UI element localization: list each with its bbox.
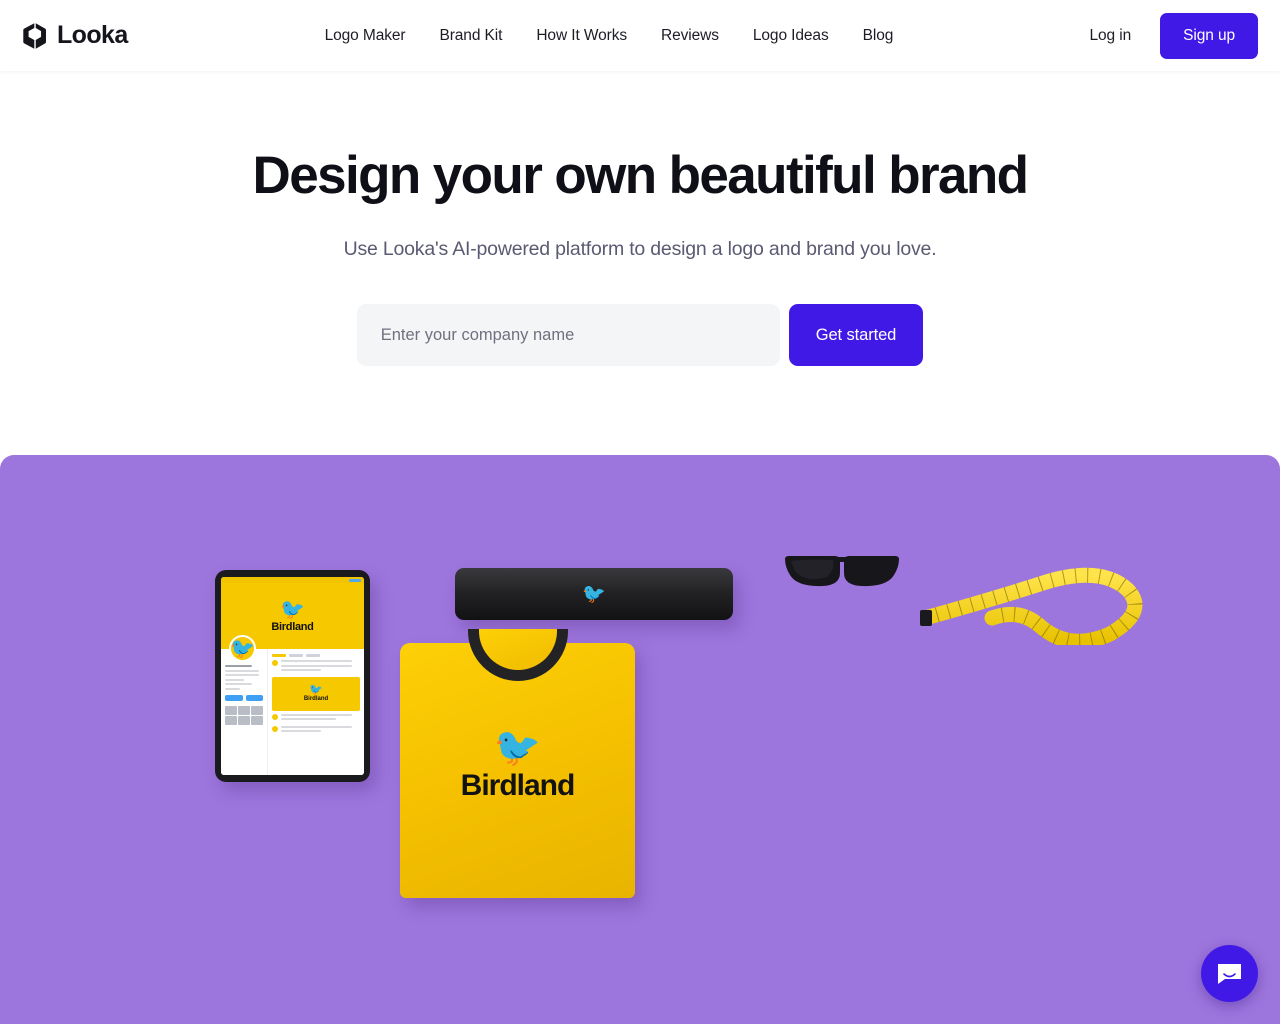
yoga-mat-mockup: 🐦: [455, 568, 733, 620]
brand-mockup-collage: 🐦 Birdland 🐦 🐦 Birdland 🐦 🐦 Birdland: [0, 455, 1280, 1024]
nav-item-brand-kit[interactable]: Brand Kit: [422, 19, 519, 53]
profile-feed: 🐦 Birdland: [267, 649, 364, 775]
company-name-input[interactable]: [356, 304, 780, 367]
avatar: 🐦: [229, 635, 256, 662]
bird-icon: 🐦: [493, 727, 542, 769]
looka-hexagon-logo-icon: [23, 22, 46, 49]
get-started-button[interactable]: Get started: [788, 304, 924, 367]
profile-cover: 🐦 Birdland 🐦: [221, 583, 364, 662]
profile-brand-name: Birdland: [271, 620, 314, 633]
chat-widget-button[interactable]: [1201, 945, 1258, 1002]
header-actions: Log in Sign up: [1069, 12, 1258, 59]
tshirt-brand-name: Birdland: [460, 769, 576, 802]
sunglasses-mockup: [785, 556, 899, 587]
feed-brand-name: Birdland: [303, 696, 329, 702]
brand-name: Looka: [57, 21, 128, 49]
tablet-mockup: 🐦 Birdland 🐦 🐦 Birdland: [215, 570, 370, 782]
hero-section: Design your own beautiful brand Use Look…: [0, 71, 1280, 367]
profile-sidebar: [221, 649, 267, 775]
bird-icon: 🐦: [582, 583, 606, 605]
signup-button[interactable]: Sign up: [1160, 12, 1258, 59]
tshirt-logo: 🐦 Birdland: [460, 727, 576, 803]
bird-icon: 🐦: [280, 598, 305, 621]
login-link[interactable]: Log in: [1069, 19, 1151, 53]
tablet-screen: 🐦 Birdland 🐦 🐦 Birdland: [221, 577, 364, 775]
nav-item-logo-ideas[interactable]: Logo Ideas: [736, 19, 846, 53]
feed-logo-card: 🐦 Birdland: [272, 676, 360, 711]
chat-bubble-icon: [1218, 963, 1241, 984]
hero-image-section: 🐦 Birdland 🐦 🐦 Birdland 🐦 🐦 Birdland: [0, 455, 1280, 1024]
main-navigation: Logo Maker Brand Kit How It Works Review…: [308, 19, 911, 53]
tshirt-collar: [467, 629, 568, 681]
tshirt-mockup: 🐦 Birdland: [400, 629, 635, 898]
site-header: Looka Logo Maker Brand Kit How It Works …: [0, 0, 1280, 71]
nav-item-how-it-works[interactable]: How It Works: [519, 19, 644, 53]
nav-item-reviews[interactable]: Reviews: [644, 19, 736, 53]
company-name-form: Get started: [0, 304, 1280, 367]
nav-item-blog[interactable]: Blog: [846, 19, 911, 53]
profile-body: 🐦 Birdland: [221, 649, 364, 775]
tape-measure-mockup: [920, 567, 1143, 645]
nav-item-logo-maker[interactable]: Logo Maker: [308, 19, 423, 53]
bird-icon: 🐦: [309, 684, 323, 696]
bird-icon: 🐦: [230, 637, 255, 660]
hero-subtitle: Use Looka's AI-powered platform to desig…: [343, 238, 937, 261]
page-title: Design your own beautiful brand: [252, 146, 1029, 205]
brand-logo[interactable]: Looka: [22, 22, 128, 50]
